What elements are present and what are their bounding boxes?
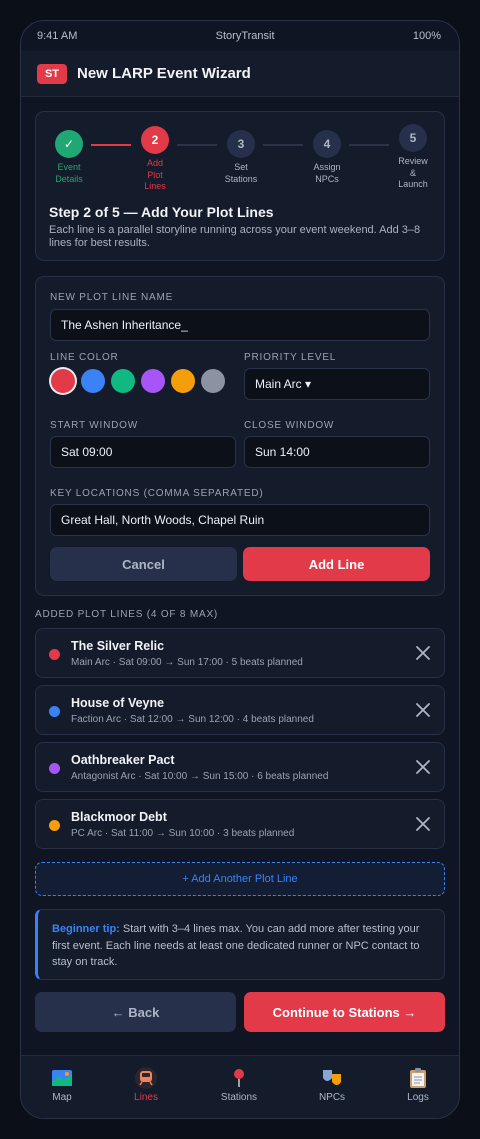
bottom-tab-bar: Map Lines Stations NPCs Logs	[21, 1055, 459, 1118]
close-icon[interactable]	[412, 813, 434, 835]
plot-line-item[interactable]: The Silver Relic Main Arc · Sat 09:00 → …	[35, 628, 445, 678]
plot-line-item[interactable]: Oathbreaker Pact Antagonist Arc · Sat 10…	[35, 742, 445, 792]
add-another-plot-line-button[interactable]: + Add Another Plot Line	[35, 862, 445, 896]
priority-field-label: PRIORITY LEVEL	[244, 352, 337, 363]
masks-icon	[297, 1064, 367, 1092]
step-heading: Step 2 of 5 — Add Your Plot Lines	[49, 204, 274, 220]
step-number: 3	[227, 130, 255, 158]
plot-color-dot	[49, 649, 60, 660]
cancel-button[interactable]: Cancel	[50, 547, 237, 581]
step-label: Event Details	[55, 162, 83, 184]
color-field-label: LINE COLOR	[50, 352, 119, 363]
new-plot-line-form: NEW PLOT LINE NAME The Ashen Inheritance…	[35, 276, 445, 596]
step-number: 5	[399, 124, 427, 152]
step-add-plot-lines[interactable]: 2 Add Plot Lines	[125, 126, 185, 193]
steps-track: ✓ Event Details 2 Add Plot Lines 3 Set S…	[36, 124, 444, 191]
add-line-button[interactable]: Add Line	[243, 547, 430, 581]
plot-line-meta: Main Arc · Sat 09:00 → Sun 17:00 · 5 bea…	[71, 657, 303, 668]
tab-label: Stations	[220, 1092, 258, 1103]
tab-label: NPCs	[318, 1092, 346, 1103]
added-lines-heading: ADDED PLOT LINES (4 OF 8 MAX)	[35, 609, 219, 620]
step-event-details[interactable]: ✓ Event Details	[39, 130, 99, 185]
color-swatch-purple[interactable]	[141, 369, 165, 393]
plot-color-dot	[49, 820, 60, 831]
step-number: 4	[313, 130, 341, 158]
status-battery: 100%	[412, 30, 441, 42]
tab-map[interactable]: Map	[27, 1064, 97, 1103]
plot-line-name: House of Veyne	[71, 696, 165, 710]
plot-line-name-input[interactable]: The Ashen Inheritance_	[50, 309, 430, 341]
tab-label: Map	[52, 1092, 72, 1103]
step-set-stations[interactable]: 3 Set Stations	[211, 130, 271, 185]
close-icon[interactable]	[412, 642, 434, 664]
plot-color-dot	[49, 763, 60, 774]
plot-line-meta: PC Arc · Sat 11:00 → Sun 10:00 · 3 beats…	[71, 828, 295, 839]
beginner-tip: Beginner tip: Start with 3–4 lines max. …	[35, 909, 445, 980]
step-description: Each line is a parallel storyline runnin…	[49, 224, 421, 249]
close-window-input[interactable]: Sun 14:00	[244, 436, 430, 468]
map-icon	[27, 1064, 97, 1092]
start-window-input[interactable]: Sat 09:00	[50, 436, 236, 468]
step-assign-npcs[interactable]: 4 Assign NPCs	[297, 130, 357, 185]
locations-field-label: KEY LOCATIONS (COMMA SEPARATED)	[50, 488, 264, 499]
plot-line-name: Oathbreaker Pact	[71, 753, 175, 767]
color-swatch-green[interactable]	[111, 369, 135, 393]
step-label: Review & Launch	[398, 156, 428, 189]
status-bar: 9:41 AM StoryTransit 100%	[21, 21, 459, 51]
color-swatch-orange[interactable]	[171, 369, 195, 393]
tab-label: Logs	[407, 1092, 429, 1103]
phone-frame: 9:41 AM StoryTransit 100% ST New LARP Ev…	[20, 20, 460, 1119]
step-review-launch[interactable]: 5 Review & Launch	[383, 124, 443, 191]
plot-color-dot	[49, 706, 60, 717]
tab-label: Lines	[134, 1092, 158, 1103]
close-icon[interactable]	[412, 699, 434, 721]
color-swatch-gray[interactable]	[201, 369, 225, 393]
plot-line-name: The Silver Relic	[71, 639, 165, 653]
plot-line-item[interactable]: House of Veyne Faction Arc · Sat 12:00 →…	[35, 685, 445, 735]
tip-lead: Beginner tip:	[52, 923, 120, 935]
color-swatch-red[interactable]	[51, 369, 75, 393]
train-icon	[111, 1064, 181, 1092]
plot-line-meta: Antagonist Arc · Sat 10:00 → Sun 15:00 ·…	[71, 771, 329, 782]
color-swatch-blue[interactable]	[81, 369, 105, 393]
close-window-label: CLOSE WINDOW	[244, 420, 335, 431]
tab-npcs[interactable]: NPCs	[297, 1064, 367, 1103]
pin-icon	[204, 1064, 274, 1092]
wizard-stepper: ✓ Event Details 2 Add Plot Lines 3 Set S…	[35, 111, 445, 261]
tab-stations[interactable]: Stations	[204, 1064, 274, 1103]
close-icon[interactable]	[412, 756, 434, 778]
key-locations-input[interactable]: Great Hall, North Woods, Chapel Ruin	[50, 504, 430, 536]
tab-logs[interactable]: Logs	[383, 1064, 453, 1103]
plot-line-name: Blackmoor Debt	[71, 810, 167, 824]
status-time: 9:41 AM	[37, 30, 78, 42]
start-window-label: START WINDOW	[50, 420, 138, 431]
page-title: New LARP Event Wizard	[77, 65, 251, 82]
plot-line-item[interactable]: Blackmoor Debt PC Arc · Sat 11:00 → Sun …	[35, 799, 445, 849]
continue-button[interactable]: Continue to Stations →	[244, 992, 445, 1032]
name-field-label: NEW PLOT LINE NAME	[50, 292, 174, 303]
back-button[interactable]: ← Back	[35, 992, 236, 1032]
step-number: 2	[141, 126, 169, 154]
clipboard-icon	[383, 1064, 453, 1092]
plot-line-meta: Faction Arc · Sat 12:00 → Sun 12:00 · 4 …	[71, 714, 314, 725]
status-app-name: StoryTransit	[215, 30, 275, 42]
app-bar: ST New LARP Event Wizard	[21, 51, 459, 97]
priority-select[interactable]: Main Arc ▾	[244, 368, 430, 400]
step-label: Assign NPCs	[313, 162, 341, 184]
step-check-icon: ✓	[55, 130, 83, 158]
tab-lines[interactable]: Lines	[111, 1064, 181, 1103]
step-label: Add Plot Lines	[144, 158, 166, 191]
app-logo: ST	[37, 63, 67, 84]
step-label: Set Stations	[224, 162, 258, 184]
